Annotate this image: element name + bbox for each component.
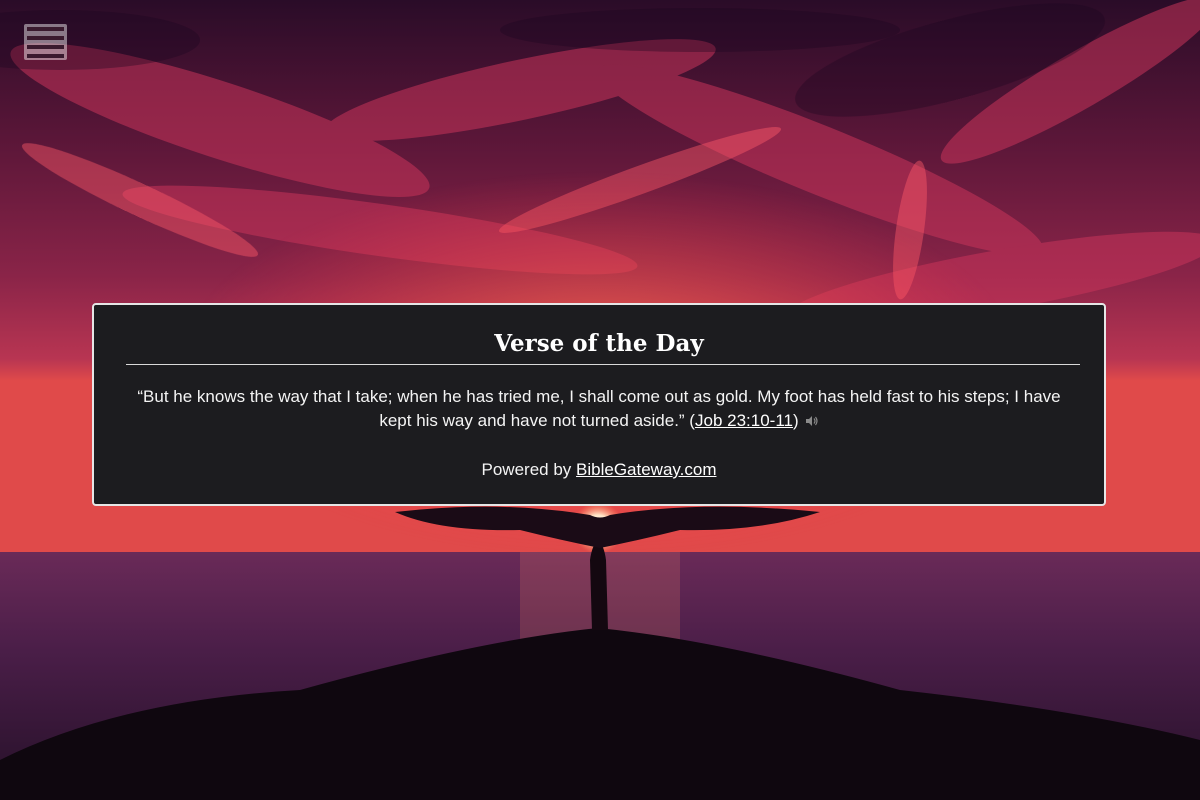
menu-icon-bar [27,45,64,49]
verse-body: “But he knows the way that I take; when … [137,387,1061,430]
menu-icon-bar [27,27,64,31]
speaker-icon[interactable] [805,410,819,434]
menu-icon-bar [27,54,64,58]
hamburger-menu-button[interactable] [24,24,67,60]
verse-reference-suffix: ) [792,411,799,430]
verse-text: “But he knows the way that I take; when … [124,385,1074,434]
verse-reference-link[interactable]: Job 23:10-11 [695,411,793,430]
title-divider [126,364,1080,365]
verse-of-the-day-card: Verse of the Day “But he knows the way t… [92,303,1106,506]
biblegateway-link[interactable]: BibleGateway.com [576,460,716,479]
powered-by-label: Powered by [481,460,577,479]
menu-icon-bar [27,36,64,40]
page: Verse of the Day “But he knows the way t… [0,0,1200,800]
card-title: Verse of the Day [494,330,704,357]
powered-by-line: Powered by BibleGateway.com [94,458,1104,482]
